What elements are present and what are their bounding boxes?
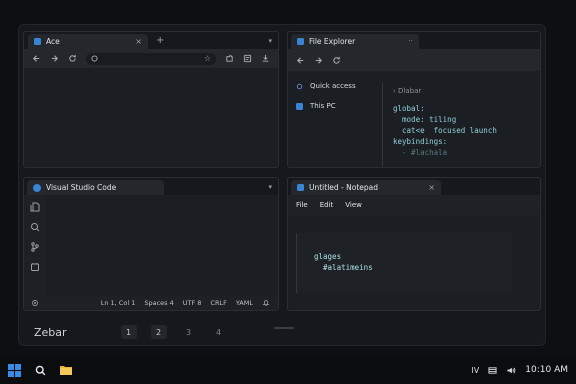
vscode-window[interactable]: Visual Studio Code ▾ Ln 1, Col 1 Spaces …: [23, 177, 279, 311]
explorer-tab-title: File Explorer: [309, 37, 356, 46]
code-line: cat<e focused launch: [393, 126, 497, 135]
zebar-handle: [274, 327, 294, 329]
notepad-menu-bar: File Edit View: [288, 195, 540, 215]
vscode-tabbar: Visual Studio Code ▾: [24, 178, 278, 195]
site-info-icon[interactable]: [91, 55, 98, 62]
workspace-2[interactable]: 2: [150, 325, 167, 339]
workspace-4[interactable]: 4: [211, 325, 227, 339]
notepad-tabbar: Untitled - Notepad ×: [288, 178, 540, 195]
browser-window[interactable]: Ace × + ▾ ☆: [23, 31, 279, 168]
menu-view[interactable]: View: [345, 201, 362, 209]
volume-icon[interactable]: [506, 366, 516, 375]
explorer-toolbar: [288, 49, 540, 71]
status-encoding[interactable]: UTF 8: [183, 299, 202, 307]
extensions-icon[interactable]: [225, 54, 234, 63]
notepad-text-area[interactable]: glages #alatimeins: [288, 215, 540, 310]
notepad-tab-title: Untitled - Notepad: [309, 183, 379, 192]
notepad-window[interactable]: Untitled - Notepad × File Edit View glag…: [287, 177, 541, 311]
new-tab-button[interactable]: +: [156, 36, 164, 46]
code-line: mode: tiling: [393, 115, 457, 124]
breadcrumb[interactable]: › Dlabar: [393, 87, 540, 95]
notepad-tab[interactable]: Untitled - Notepad ×: [291, 180, 441, 195]
forward-arrow-icon[interactable]: [50, 54, 59, 63]
explorer-content: › Dlabar global: mode: tiling cat<e focu…: [382, 83, 540, 167]
editor-area[interactable]: [46, 195, 278, 296]
vscode-logo-icon: [33, 183, 41, 192]
status-line-endings[interactable]: CRLF: [210, 299, 226, 307]
text-line: glages: [314, 252, 342, 261]
vscode-tab[interactable]: Visual Studio Code: [27, 180, 164, 195]
code-line: keybindings:: [393, 137, 448, 146]
status-bar: Ln 1, Col 1 Spaces 4 UTF 8 CRLF YAML: [24, 296, 278, 310]
browser-tab-icon: [34, 38, 41, 45]
tab-menu-caret-icon[interactable]: ▾: [268, 184, 272, 191]
notifications-bell-icon[interactable]: [262, 299, 270, 307]
explorer-window[interactable]: File Explorer ·· Quick access This PC › …: [287, 31, 541, 168]
windows-start-icon[interactable]: [8, 363, 21, 377]
notepad-app-icon: [297, 184, 304, 191]
activity-bar: [24, 195, 46, 296]
vscode-tab-title: Visual Studio Code: [46, 183, 117, 192]
network-icon[interactable]: [488, 366, 497, 375]
browser-content: [24, 68, 278, 167]
search-icon[interactable]: [35, 365, 46, 376]
nav-item-this-pc[interactable]: This PC: [296, 99, 380, 113]
bookmark-star-icon[interactable]: ☆: [204, 54, 211, 63]
search-icon[interactable]: [30, 222, 40, 232]
menu-edit[interactable]: Edit: [320, 201, 334, 209]
zebar: Zebar 1 2 3 4: [18, 318, 546, 346]
tray-label[interactable]: IV: [471, 366, 479, 375]
nav-item-label: Quick access: [310, 82, 356, 90]
explorer-files-icon[interactable]: [30, 202, 40, 212]
workspace-1[interactable]: 1: [120, 325, 137, 339]
source-control-icon[interactable]: [30, 242, 40, 252]
text-line: #alatimeins: [314, 263, 373, 272]
download-icon[interactable]: [261, 54, 270, 63]
tab-close-icon[interactable]: ×: [428, 183, 435, 192]
text-panel: glages #alatimeins: [296, 233, 512, 293]
explorer-nav-pane: Quick access This PC: [288, 71, 380, 167]
explorer-body: Quick access This PC › Dlabar global: mo…: [288, 71, 540, 167]
vscode-body: [24, 195, 278, 296]
forward-arrow-icon[interactable]: [314, 56, 323, 65]
clock[interactable]: 10:10 AM: [525, 365, 568, 375]
nav-item-label: This PC: [310, 102, 336, 110]
taskbar: IV 10:10 AM: [0, 356, 576, 384]
reader-icon[interactable]: [243, 54, 252, 63]
workspace-3[interactable]: 3: [181, 325, 197, 339]
browser-tabbar: Ace × + ▾: [24, 32, 278, 49]
status-cursor-position[interactable]: Ln 1, Col 1: [101, 299, 136, 307]
address-bar[interactable]: ☆: [86, 52, 216, 65]
more-icon[interactable]: ··: [409, 38, 413, 45]
folder-icon: [297, 38, 304, 45]
pc-icon: [296, 102, 303, 110]
browser-tab-title: Ace: [46, 37, 60, 46]
status-indentation[interactable]: Spaces 4: [144, 299, 173, 307]
back-arrow-icon[interactable]: [296, 56, 305, 65]
browser-tab[interactable]: Ace ×: [28, 34, 148, 49]
back-arrow-icon[interactable]: [32, 54, 41, 63]
settings-gear-icon[interactable]: [31, 299, 39, 307]
browser-toolbar: ☆: [24, 49, 278, 68]
status-language[interactable]: YAML: [236, 299, 253, 307]
refresh-icon[interactable]: [332, 56, 341, 65]
nav-item-quick-access[interactable]: Quick access: [296, 79, 380, 93]
tab-close-icon[interactable]: ×: [135, 37, 142, 46]
star-outline-icon: [296, 83, 303, 89]
explorer-tabbar: File Explorer ··: [288, 32, 540, 49]
tab-menu-caret-icon[interactable]: ▾: [268, 38, 272, 45]
extensions-icon[interactable]: [30, 262, 40, 272]
code-line: - #lachala: [393, 148, 448, 157]
zebar-title: Zebar: [34, 325, 67, 339]
explorer-tab[interactable]: File Explorer ··: [291, 34, 419, 49]
file-explorer-taskbar-icon[interactable]: [60, 365, 72, 375]
code-line: global:: [393, 104, 425, 113]
system-tray: IV 10:10 AM: [471, 365, 568, 375]
reload-icon[interactable]: [68, 54, 77, 63]
menu-file[interactable]: File: [296, 201, 308, 209]
